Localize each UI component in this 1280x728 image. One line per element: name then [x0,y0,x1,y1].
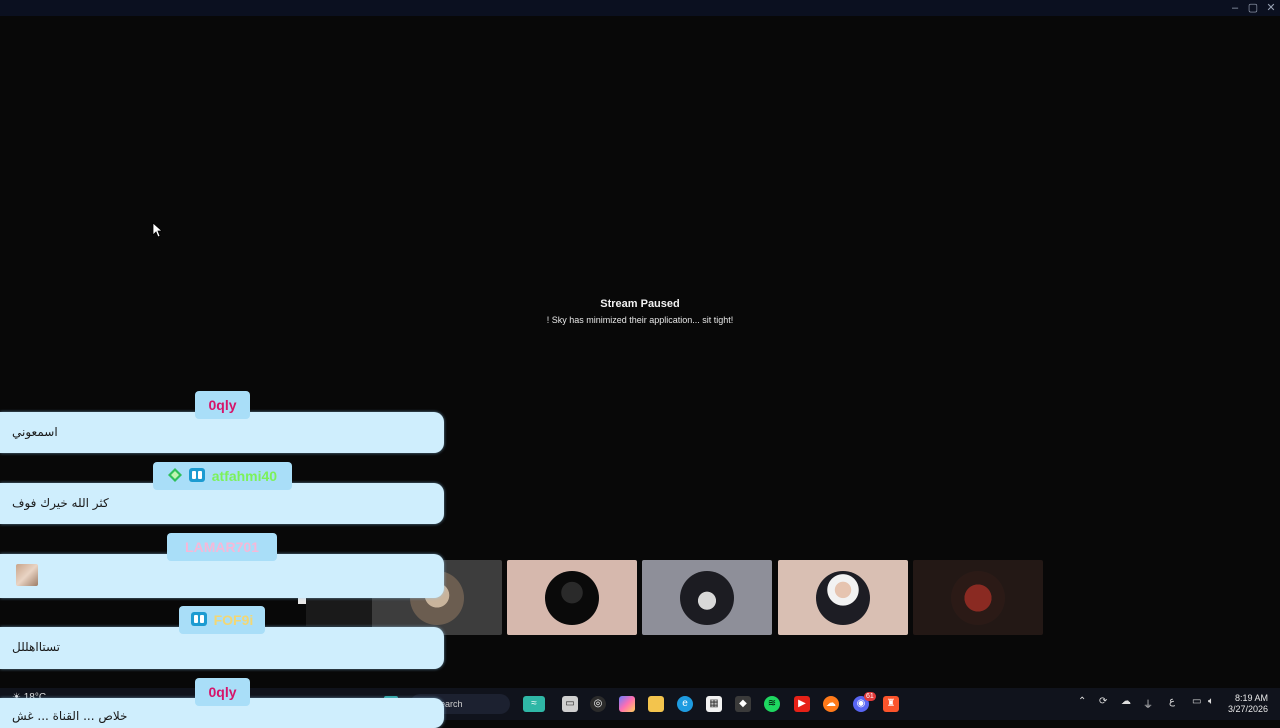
chat-username-text: atfahmi40 [211,468,278,484]
microphone-icon[interactable]: ⏚ [1143,696,1153,711]
chat-message-text: خلاص ... القناة ... غش [12,709,128,723]
chat-username: 0qly [195,391,250,419]
emote-image [16,564,38,586]
participant-avatar [951,571,1005,625]
files-icon[interactable]: ▭ [562,696,578,712]
mouse-cursor-icon [152,222,162,238]
obs-icon[interactable]: ◎ [590,696,606,712]
stream-paused-subtitle: ! Sky has minimized their application...… [546,315,734,325]
unity-icon[interactable]: ◆ [735,696,751,712]
fish-icon[interactable]: ≈ [523,696,545,712]
window-title-bar: – ▢ ✕ [0,0,1280,16]
chat-username-text: FOF9i [213,612,254,628]
participant-avatar [816,571,870,625]
folder-icon[interactable] [648,696,664,712]
copilot-icon[interactable] [619,696,635,712]
diamond-badge-icon [167,463,182,491]
chat-username: atfahmi40 [153,462,292,490]
video-strip [306,598,372,626]
soundcloud-icon[interactable]: ☁ [823,696,839,712]
gamepad-badge-icon [190,607,207,635]
close-icon[interactable]: ✕ [1264,2,1278,14]
clock-date: 3/27/2026 [1227,704,1268,714]
chat-username-text: LAMAR701 [185,539,259,555]
sync-icon[interactable]: ⟳ [1099,696,1107,707]
chat-message-text: كثر الله خيرك فوف [12,496,109,510]
youtube-icon[interactable]: ▶ [794,696,810,712]
spotify-icon[interactable]: ≋ [764,696,780,712]
clock[interactable]: 8:19 AM 3/27/2026 [1228,693,1268,715]
pin-icon [298,598,306,604]
chevron-up-icon[interactable]: ⌃ [1078,696,1086,707]
brave-icon[interactable]: ♜ [883,696,899,712]
network-icon[interactable]: ▭ [1192,696,1201,707]
chat-username-text: 0qly [208,397,237,413]
cloud-icon[interactable]: ☁ [1121,696,1131,707]
language-indicator[interactable]: ع [1169,696,1175,707]
participant-tile[interactable] [778,560,908,635]
participant-tile[interactable] [507,560,637,635]
volume-icon[interactable]: 🔈︎ [1208,696,1214,707]
participant-tile[interactable] [642,560,772,635]
clock-time: 8:19 AM [1234,693,1268,703]
participant-avatar [680,571,734,625]
chat-username: 0qly [195,678,250,706]
participant-tile[interactable] [913,560,1043,635]
chat-message-text: تستااهللل [12,640,61,654]
chat-message-text: اسمعوني [12,425,58,439]
gamepad-badge-icon [188,463,205,491]
chat-username: FOF9i [179,606,265,634]
minimize-icon[interactable]: – [1228,2,1242,14]
store-icon[interactable]: ▦ [706,696,722,712]
edge-icon[interactable]: e [677,696,693,712]
chat-username-text: 0qly [208,684,237,700]
chat-username: LAMAR701 [167,533,277,561]
stream-paused-title: Stream Paused [600,298,680,310]
participant-avatar [545,571,599,625]
maximize-icon[interactable]: ▢ [1246,2,1260,14]
discord-badge: 61 [864,692,876,701]
